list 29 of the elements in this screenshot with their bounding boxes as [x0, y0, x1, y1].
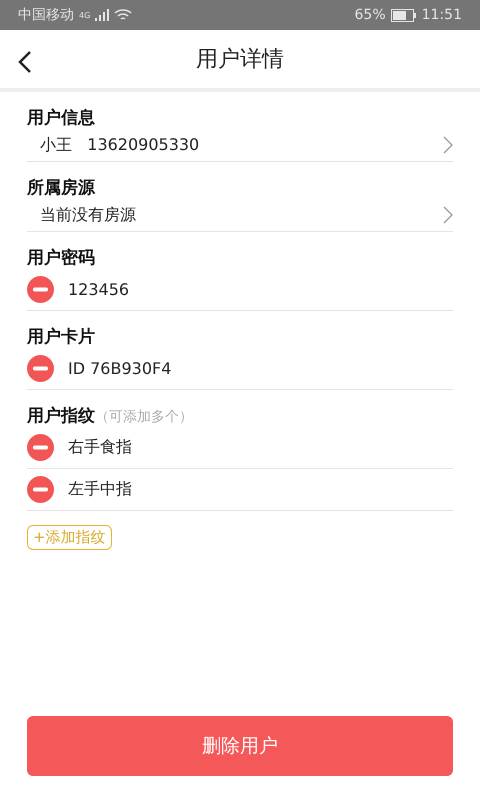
- signal-icon: [95, 9, 110, 21]
- remove-icon[interactable]: [27, 434, 54, 461]
- item-text: 左手中指: [68, 479, 133, 500]
- remove-icon[interactable]: [27, 355, 54, 382]
- wifi-icon: [114, 8, 132, 22]
- page-title: 用户详情: [196, 46, 284, 74]
- section-title: 所属房源: [27, 177, 95, 199]
- battery-text: 65%: [354, 7, 386, 23]
- section-title: 用户信息: [27, 107, 95, 129]
- battery-icon: [390, 8, 417, 22]
- section-title: 用户密码: [27, 247, 95, 269]
- item-text: 小王 13620905330: [40, 134, 200, 156]
- remove-icon[interactable]: [27, 476, 54, 503]
- section-title: 用户卡片: [27, 326, 95, 348]
- item-text: 右手食指: [68, 437, 133, 458]
- section-hint: （可添加多个）: [95, 408, 193, 426]
- remove-icon[interactable]: [27, 276, 54, 303]
- back-icon[interactable]: [18, 50, 32, 74]
- carrier-text: 中国移动: [18, 6, 74, 24]
- network-text: 4G: [79, 10, 90, 20]
- section-title: 用户指纹: [27, 405, 95, 427]
- item-text: 当前没有房源: [40, 204, 137, 226]
- item-text: ID 76B930F4: [68, 359, 172, 378]
- add-fingerprint-button[interactable]: +添加指纹: [27, 525, 112, 550]
- chevron-icon[interactable]: [443, 206, 453, 224]
- clock-text: 11:51: [422, 7, 462, 23]
- chevron-icon[interactable]: [443, 136, 453, 154]
- delete-user-button[interactable]: 删除用户: [27, 716, 453, 776]
- item-text: 123456: [68, 280, 130, 299]
